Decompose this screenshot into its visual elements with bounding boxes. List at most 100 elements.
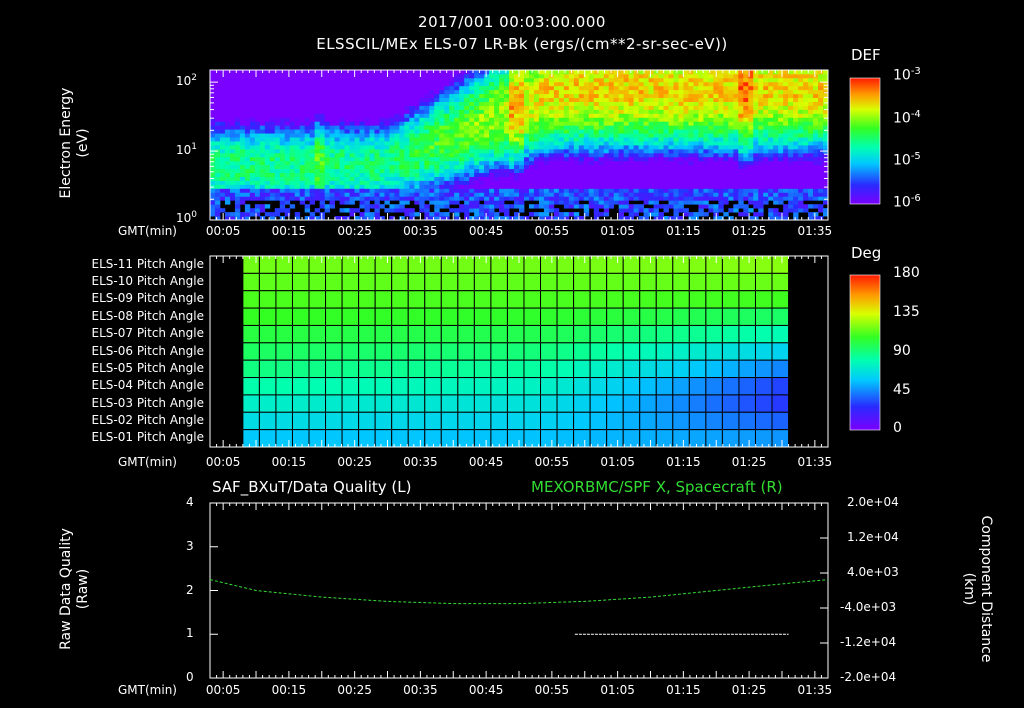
spectrogram-cell [663, 97, 669, 102]
spectrogram-cell [314, 129, 321, 134]
spectrogram-cell [374, 129, 380, 134]
spectrogram-cell [568, 137, 575, 142]
spectrogram-cell [519, 129, 525, 134]
spectrogram-cell [768, 97, 774, 102]
spectrogram-cell [748, 137, 754, 142]
spectrogram-cell [668, 164, 674, 170]
spectrogram-cell [244, 156, 251, 162]
spectrogram-cell [673, 204, 679, 209]
spectrogram-cell [364, 137, 370, 142]
spectrogram-cell [419, 101, 425, 106]
spectrogram-cell [638, 105, 644, 110]
spectrogram-cell [643, 141, 649, 146]
spectrogram-cell [658, 121, 664, 126]
spectrogram-cell [563, 85, 570, 91]
pitch-angle-cell [639, 290, 657, 309]
spectrogram-cell [533, 192, 540, 197]
spectrogram-cell [573, 212, 580, 217]
spectrogram-cell [269, 180, 276, 185]
pitch-angle-cell [622, 324, 641, 344]
spectrogram-cell [783, 188, 789, 193]
spectrogram-cell [514, 148, 520, 154]
spectrogram-cell [364, 204, 370, 209]
pitch-angle-cell [275, 342, 293, 361]
spectrogram-cell [678, 129, 684, 134]
spectrogram-cell [394, 192, 400, 197]
spectrogram-cell [244, 192, 251, 197]
spectrogram-cell [623, 148, 630, 154]
spectrogram-cell [633, 156, 640, 162]
spectrogram-cell [598, 145, 605, 150]
spectrogram-cell [469, 70, 475, 75]
spectrogram-cell [484, 109, 490, 114]
spectrogram-cell [479, 184, 485, 189]
spectrogram-cell [304, 176, 311, 181]
spectrogram-cell [214, 172, 221, 177]
spectrogram-cell [648, 105, 654, 110]
spectrogram-cell [459, 113, 465, 118]
spectrogram-cell [449, 168, 455, 174]
spectrogram-cell [404, 156, 410, 162]
spectrogram-cell [788, 101, 794, 106]
spectrogram-cell [723, 109, 729, 114]
spectrogram-cell [688, 145, 694, 150]
spectrogram-cell [798, 121, 804, 126]
spectrogram-cell [798, 125, 804, 130]
spectrogram-cell [409, 156, 415, 162]
spectrogram-cell [244, 85, 251, 91]
spectrogram-cell [773, 160, 779, 166]
spectrogram-cell [533, 101, 540, 106]
spectrogram-cell [753, 109, 759, 114]
spectrogram-cell [484, 85, 490, 91]
spectrogram-cell [788, 109, 794, 114]
spectrogram-cell [314, 176, 321, 181]
spectrogram-cell [214, 85, 221, 91]
spectrogram-cell [683, 133, 689, 138]
spectrogram-cell [718, 145, 724, 150]
spectrogram-cell [668, 200, 674, 205]
spectrogram-cell [813, 145, 819, 150]
spectrogram-cell [758, 81, 764, 87]
spectrogram-cell [808, 152, 814, 158]
spectrogram-cell [394, 184, 400, 189]
spectrogram-cell [593, 89, 600, 95]
spectrogram-cell [548, 192, 555, 197]
spectrogram-cell [733, 176, 739, 181]
spectrogram-cell [593, 141, 600, 146]
spectrogram-cell [563, 141, 570, 146]
spectrogram-cell [314, 97, 321, 102]
spectrogram-cell [229, 196, 236, 201]
spectrogram-cell [733, 113, 739, 118]
spectrogram-cell [708, 113, 714, 118]
pitch-angle-cell [358, 377, 376, 396]
spectrogram-cell [324, 192, 331, 197]
spectrogram-cell [514, 196, 520, 201]
spectrogram-cell [459, 156, 465, 162]
spectrogram-cell [793, 145, 799, 150]
spectrogram-cell [244, 172, 251, 177]
spectrogram-cell [718, 200, 724, 205]
spectrogram-cell [608, 160, 615, 166]
spectrogram-cell [578, 125, 585, 130]
pitch-angle-cell [457, 342, 475, 361]
spectrogram-cell [464, 164, 470, 170]
spectrogram-cell [728, 160, 734, 166]
spectrogram-cell [533, 152, 540, 158]
spectrogram-cell [394, 168, 400, 174]
spectrogram-cell [763, 200, 769, 205]
spectrogram-cell [304, 129, 311, 134]
spectrogram-cell [299, 145, 306, 150]
spectrogram-cell [528, 77, 535, 83]
spectrogram-cell [384, 133, 390, 138]
spectrogram-cell [683, 77, 689, 83]
spectrogram-cell [214, 117, 221, 122]
spectrogram-cell [274, 160, 281, 166]
spectrogram-cell [289, 156, 296, 162]
spectrogram-cell [329, 97, 335, 102]
spectrogram-cell [598, 113, 605, 118]
spectrogram-cell [210, 180, 216, 185]
spectrogram-cell [239, 172, 246, 177]
spectrogram-cell [234, 77, 241, 83]
spectrogram-cell [698, 200, 704, 205]
spectrogram-cell [504, 172, 510, 177]
